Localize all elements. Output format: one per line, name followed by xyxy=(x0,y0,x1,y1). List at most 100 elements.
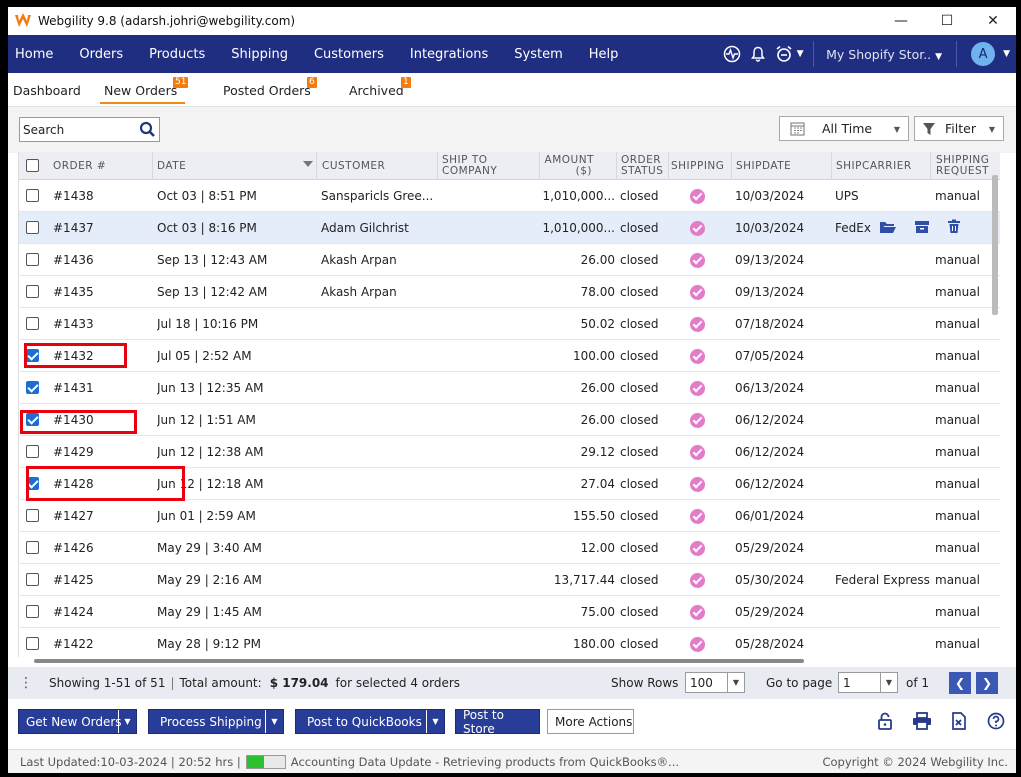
tab-dashboard[interactable]: Dashboard xyxy=(13,83,81,98)
table-row[interactable]: #1435 Sep 13 | 12:42 AM Akash Arpan 78.00 cl… xyxy=(19,276,1000,308)
table-row[interactable]: #1430 Jun 12 | 1:51 AM 26.00 closed 06/12/20… xyxy=(19,404,1000,436)
help-icon[interactable] xyxy=(986,711,1006,731)
table-row[interactable]: #1431 Jun 13 | 12:35 AM 26.00 closed 06/13/2… xyxy=(19,372,1000,404)
time-range-dropdown[interactable]: All Time ▼ xyxy=(779,116,909,141)
row-actions xyxy=(879,212,961,244)
store-selector[interactable]: My Shopify Stor.. ▼ xyxy=(820,47,950,62)
page-select[interactable]: 1 ▼ xyxy=(838,672,898,693)
row-checkbox[interactable] xyxy=(26,509,39,522)
column-divider xyxy=(731,152,732,180)
col-order-status[interactable]: ORDER STATUS xyxy=(621,152,663,180)
nav-products[interactable]: Products xyxy=(136,47,218,62)
minimize-button[interactable]: — xyxy=(878,7,924,34)
cell-amount: 1,010,000... xyxy=(542,221,615,235)
vertical-scrollbar[interactable] xyxy=(992,175,998,315)
chevron-down-icon: ▼ xyxy=(935,51,943,62)
row-checkbox[interactable] xyxy=(26,541,39,554)
nav-system[interactable]: System xyxy=(501,47,575,62)
post-to-quickbooks-button[interactable]: Post to QuickBooks ▼ xyxy=(295,709,445,734)
get-new-orders-button[interactable]: Get New Orders ▼ xyxy=(18,709,137,734)
table-row[interactable]: #1433 Jul 18 | 10:16 PM 50.02 closed 07/18/2… xyxy=(19,308,1000,340)
row-checkbox[interactable] xyxy=(26,253,39,266)
process-shipping-button[interactable]: Process Shipping ▼ xyxy=(148,709,284,734)
table-row[interactable]: #1436 Sep 13 | 12:43 AM Akash Arpan 26.00 cl… xyxy=(19,244,1000,276)
row-checkbox[interactable] xyxy=(26,285,39,298)
cell-request: manual xyxy=(935,381,980,395)
next-page-button[interactable]: ❯ xyxy=(976,672,998,694)
row-checkbox[interactable] xyxy=(26,637,39,650)
calendar-icon xyxy=(790,121,806,137)
col-shipdate[interactable]: SHIPDATE xyxy=(736,152,791,180)
tab-archived[interactable]: Archived 1 xyxy=(349,77,411,98)
row-checkbox[interactable] xyxy=(26,381,39,394)
cell-carrier xyxy=(835,276,930,308)
trash-icon[interactable] xyxy=(947,219,961,237)
table-row[interactable]: #1424 May 29 | 1:45 AM 75.00 closed 05/29/20… xyxy=(19,596,1000,628)
col-date[interactable]: DATE xyxy=(157,152,186,180)
col-shipcarrier[interactable]: SHIPCARRIER xyxy=(836,152,912,180)
table-row[interactable]: #1425 May 29 | 2:16 AM 13,717.44 closed 05/3… xyxy=(19,564,1000,596)
cell-status: closed xyxy=(620,413,659,427)
lock-icon[interactable] xyxy=(875,711,895,731)
chevron-down-icon[interactable]: ▼ xyxy=(118,710,136,733)
more-actions-button[interactable]: More Actions xyxy=(547,709,634,734)
printer-icon[interactable] xyxy=(912,711,932,731)
tab-posted-orders[interactable]: Posted Orders 6 xyxy=(223,77,317,98)
row-checkbox[interactable] xyxy=(26,445,39,458)
column-divider xyxy=(831,152,832,180)
select-all-checkbox[interactable] xyxy=(26,159,39,172)
alarm-clock-icon[interactable]: ▼ xyxy=(771,35,807,73)
table-row[interactable]: #1427 Jun 01 | 2:59 AM 155.50 closed 06/01/2… xyxy=(19,500,1000,532)
open-folder-icon[interactable] xyxy=(879,220,897,237)
col-shipping-request[interactable]: SHIPPING REQUEST xyxy=(936,152,989,180)
row-checkbox[interactable] xyxy=(26,189,39,202)
search-icon[interactable] xyxy=(139,121,156,138)
table-row[interactable]: #1422 May 28 | 9:12 PM 180.00 closed 05/28/2… xyxy=(19,628,1000,657)
row-checkbox[interactable] xyxy=(26,573,39,586)
close-button[interactable]: ✕ xyxy=(970,7,1016,34)
nav-shipping[interactable]: Shipping xyxy=(218,47,301,62)
table-row[interactable]: #1429 Jun 12 | 12:38 AM 29.12 closed 06/12/2… xyxy=(19,436,1000,468)
cell-customer xyxy=(321,532,434,564)
col-amount[interactable]: AMOUNT ($) xyxy=(545,152,594,180)
tab-label: Dashboard xyxy=(13,83,81,98)
column-divider xyxy=(437,152,438,180)
table-row[interactable]: #1432 Jul 05 | 2:52 AM 100.00 closed 07/05/2… xyxy=(19,340,1000,372)
table-row[interactable]: #1438 Oct 03 | 8:51 PM Sansparicls Gree...… xyxy=(19,180,1000,212)
bell-icon[interactable] xyxy=(745,35,771,73)
table-row[interactable]: #1437 Oct 03 | 8:16 PM Adam Gilchrist 1,010… xyxy=(19,212,1000,244)
col-shipping[interactable]: SHIPPING xyxy=(671,152,724,180)
table-header: ORDER # DATE CUSTOMER SHIP TO COMPANY AMO… xyxy=(19,152,1000,180)
col-customer[interactable]: CUSTOMER xyxy=(322,152,385,180)
horizontal-scrollbar[interactable] xyxy=(34,659,804,663)
col-order[interactable]: ORDER # xyxy=(53,152,106,180)
export-icon[interactable] xyxy=(949,711,969,731)
nav-home[interactable]: Home xyxy=(8,47,66,62)
filter-button[interactable]: Filter ▼ xyxy=(914,116,1004,141)
row-checkbox[interactable] xyxy=(26,317,39,330)
cell-status: closed xyxy=(620,477,659,491)
nav-customers[interactable]: Customers xyxy=(301,47,397,62)
previous-page-button[interactable]: ❮ xyxy=(949,672,971,694)
table-row[interactable]: #1426 May 29 | 3:40 AM 12.00 closed 05/29/20… xyxy=(19,532,1000,564)
tab-new-orders[interactable]: New Orders 51 xyxy=(99,77,189,104)
search-input[interactable] xyxy=(23,122,141,137)
chevron-down-icon[interactable]: ▼ xyxy=(265,710,283,733)
row-checkbox[interactable] xyxy=(26,605,39,618)
row-checkbox[interactable] xyxy=(26,221,39,234)
show-rows-select[interactable]: 100 ▼ xyxy=(685,672,745,693)
maximize-button[interactable]: ☐ xyxy=(924,7,970,34)
header-label: SHIPPING xyxy=(671,159,725,172)
post-to-store-button[interactable]: Post to Store xyxy=(455,708,540,736)
col-ship-to-company[interactable]: SHIP TO COMPANY xyxy=(442,152,497,180)
nav-integrations[interactable]: Integrations xyxy=(397,47,501,62)
activity-icon[interactable] xyxy=(719,35,745,73)
nav-divider xyxy=(813,41,815,67)
archive-icon[interactable] xyxy=(914,220,930,237)
drag-handle-icon[interactable]: ⋮ xyxy=(18,667,34,699)
chevron-down-icon[interactable]: ▼ xyxy=(1003,49,1010,59)
chevron-down-icon[interactable]: ▼ xyxy=(426,710,444,733)
avatar[interactable]: A xyxy=(971,42,996,66)
nav-orders[interactable]: Orders xyxy=(66,47,136,62)
nav-help[interactable]: Help xyxy=(576,47,632,62)
